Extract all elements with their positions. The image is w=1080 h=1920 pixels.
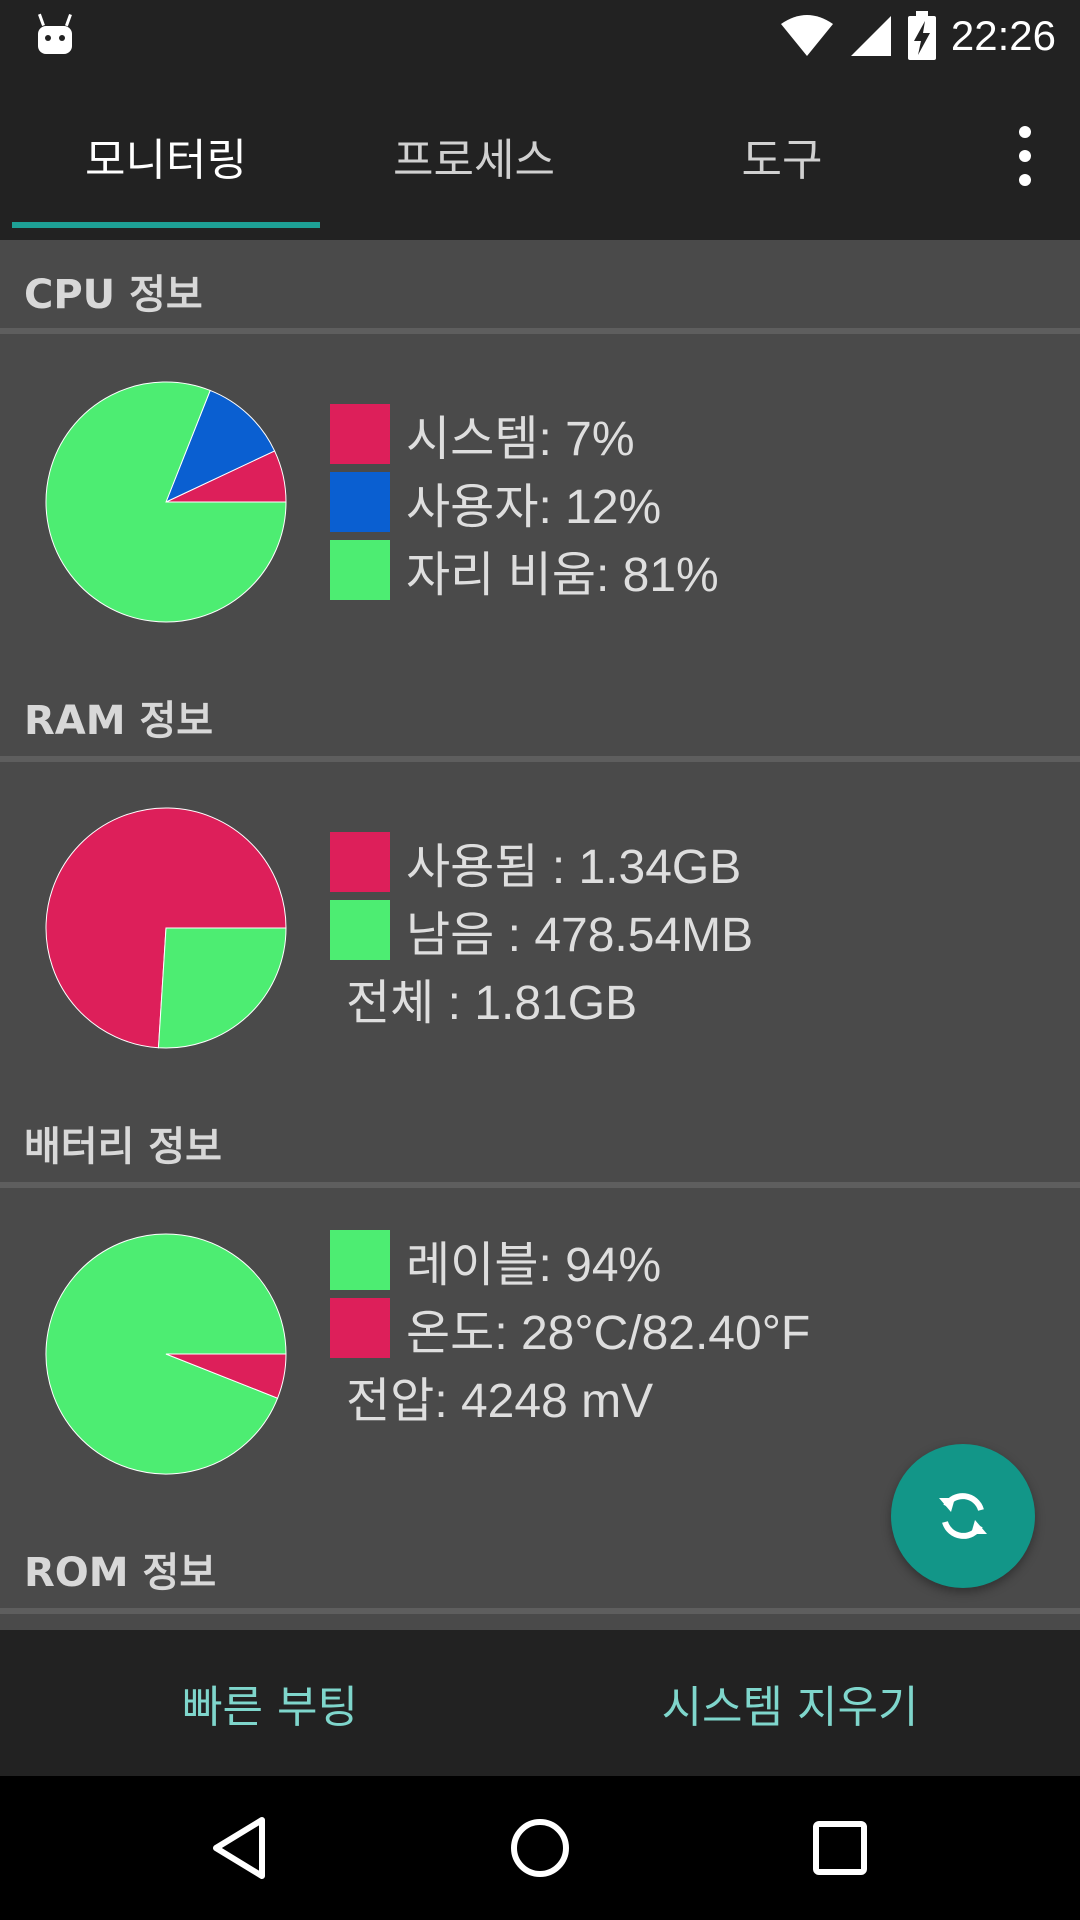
legend-swatch xyxy=(330,472,390,532)
legend-item-voltage: 전압: 4248 mV xyxy=(330,1362,810,1430)
legend-label: 사용됨 : 1.34GB xyxy=(406,841,742,894)
bottom-action-bar: 빠른 부팅 시스템 지우기 xyxy=(0,1630,1080,1776)
legend-swatch xyxy=(330,404,390,464)
legend-swatch xyxy=(330,1298,390,1358)
section-divider xyxy=(0,328,1080,334)
ram-section-body: 사용됨 : 1.34GB 남음 : 478.54MB 전체 : 1.81GB xyxy=(0,806,1080,1096)
tab-process[interactable]: 프로세스 xyxy=(320,72,628,240)
home-icon xyxy=(511,1819,569,1877)
legend-label: 레이블: 94% xyxy=(406,1239,662,1292)
back-button[interactable] xyxy=(190,1798,290,1898)
legend-label: 시스템: 7% xyxy=(406,413,635,466)
tab-bar: 모니터링 프로세스 도구 xyxy=(0,72,1080,240)
section-divider xyxy=(0,1608,1080,1614)
android-debug-icon xyxy=(38,13,72,54)
legend-swatch xyxy=(330,832,390,892)
status-time: 22:26 xyxy=(950,12,1056,59)
battery-section-title: 배터리 정보 xyxy=(24,1124,222,1170)
recents-icon xyxy=(813,1821,867,1875)
navigation-bar xyxy=(0,1776,1080,1920)
legend-swatch xyxy=(330,1230,390,1290)
legend-label: 사용자: 12% xyxy=(406,481,662,534)
quick-boot-button[interactable]: 빠른 부팅 xyxy=(0,1630,540,1776)
ram-section-title: RAM 정보 xyxy=(24,698,214,744)
cpu-section-body: 시스템: 7% 사용자: 12% 자리 비움: 81% xyxy=(0,380,1080,670)
legend-swatch xyxy=(330,900,390,960)
app-screen: 22:26 모니터링 프로세스 도구 CPU 정보 시스템: 7% 사용자: 1… xyxy=(0,0,1080,1920)
rom-section-title: ROM 정보 xyxy=(24,1550,217,1596)
legend-label: 남음 : 478.54MB xyxy=(406,909,754,962)
legend-item-user: 사용자: 12% xyxy=(330,468,719,536)
signal-icon xyxy=(850,16,891,56)
legend-item-system: 시스템: 7% xyxy=(330,400,719,468)
tab-tools[interactable]: 도구 xyxy=(628,72,936,240)
battery-section-header: 배터리 정보 xyxy=(0,1092,1080,1182)
pie-slice xyxy=(157,927,287,1049)
tab-monitoring[interactable]: 모니터링 xyxy=(12,72,320,240)
cpu-section-title: CPU 정보 xyxy=(24,272,203,318)
legend-item-temperature: 온도: 28°C/82.40°F xyxy=(330,1294,810,1362)
legend-label: 자리 비움: 81% xyxy=(406,549,719,602)
battery-voltage-label: 전압: 4248 mV xyxy=(346,1375,654,1428)
legend-item-level: 레이블: 94% xyxy=(330,1226,810,1294)
section-divider xyxy=(0,756,1080,762)
home-button[interactable] xyxy=(490,1798,590,1898)
legend-label: 온도: 28°C/82.40°F xyxy=(406,1307,811,1360)
legend-item-free: 남음 : 478.54MB xyxy=(330,896,753,964)
cpu-legend: 시스템: 7% 사용자: 12% 자리 비움: 81% xyxy=(330,400,719,604)
refresh-button[interactable] xyxy=(891,1444,1035,1588)
legend-swatch xyxy=(330,540,390,600)
wifi-icon xyxy=(780,15,833,56)
status-icons: 22:26 xyxy=(779,0,1056,72)
legend-item-used: 사용됨 : 1.34GB xyxy=(330,828,753,896)
back-icon xyxy=(213,1817,265,1879)
ram-total-label: 전체 : 1.81GB xyxy=(346,977,638,1030)
battery-pie-chart xyxy=(45,1233,287,1475)
status-bar: 22:26 xyxy=(0,0,1080,72)
ram-legend: 사용됨 : 1.34GB 남음 : 478.54MB 전체 : 1.81GB xyxy=(330,828,753,1032)
system-wipe-button[interactable]: 시스템 지우기 xyxy=(520,1630,1060,1776)
section-divider xyxy=(0,1182,1080,1188)
battery-legend: 레이블: 94% 온도: 28°C/82.40°F 전압: 4248 mV xyxy=(330,1226,810,1430)
recents-button[interactable] xyxy=(790,1798,890,1898)
active-tab-indicator xyxy=(12,222,320,228)
cpu-section-header: CPU 정보 xyxy=(0,240,1080,330)
legend-item-total: 전체 : 1.81GB xyxy=(330,964,753,1032)
refresh-icon xyxy=(939,1493,987,1539)
cpu-pie-chart xyxy=(45,381,287,623)
ram-section-header: RAM 정보 xyxy=(0,666,1080,756)
overflow-menu-icon[interactable] xyxy=(1010,126,1040,186)
battery-charging-icon xyxy=(907,11,936,60)
legend-item-idle: 자리 비움: 81% xyxy=(330,536,719,604)
ram-pie-chart xyxy=(45,807,287,1049)
